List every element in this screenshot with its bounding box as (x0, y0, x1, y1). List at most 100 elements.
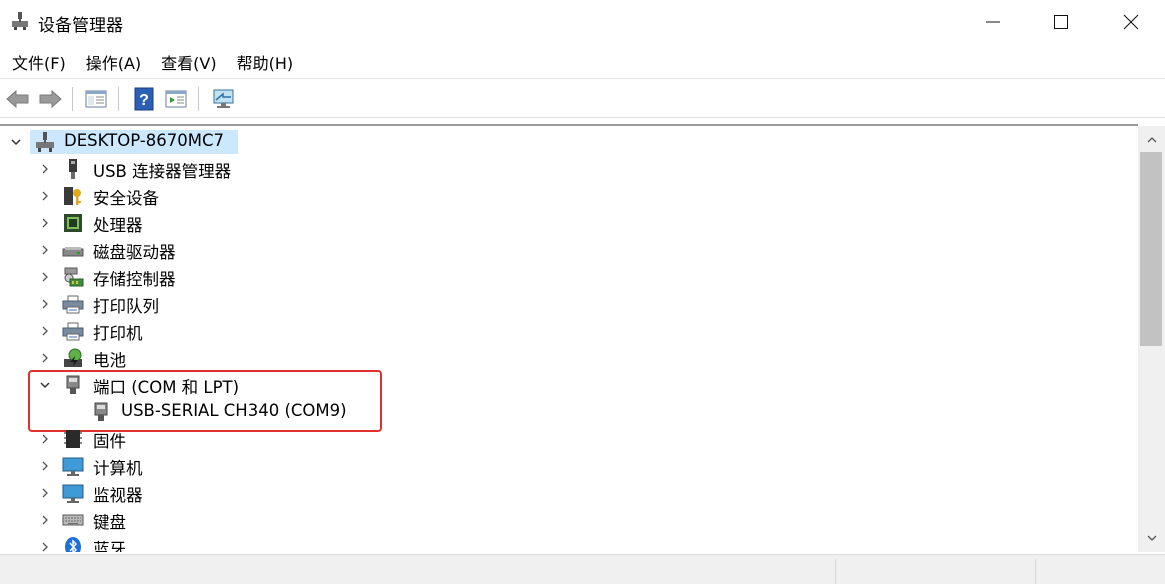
tree-item-disk-drives[interactable]: 磁盘驱动器 (0, 236, 1130, 263)
tree-item-label: 打印队列 (93, 297, 159, 316)
tree-item-printers[interactable]: 打印机 (0, 317, 1130, 344)
minimize-icon (986, 21, 1000, 23)
toolbar-divider (118, 87, 119, 111)
chevron-right-icon[interactable] (38, 513, 52, 527)
chevron-down-icon (1147, 535, 1156, 541)
tree-item-print-queues[interactable]: 打印队列 (0, 290, 1130, 317)
menu-help[interactable]: 帮助(H) (229, 46, 302, 78)
computer-icon (62, 457, 84, 476)
device-tree: DESKTOP-8670MC7 USB 连接器管理器 安全设备 处理器 磁盘驱动… (0, 124, 1138, 552)
scrollbar-thumb[interactable] (1140, 152, 1162, 346)
tree-item-processors[interactable]: 处理器 (0, 209, 1130, 236)
scan-hardware-icon (213, 89, 234, 108)
security-key-icon (64, 187, 81, 205)
chevron-right-icon[interactable] (38, 324, 52, 338)
chevron-right-icon[interactable] (38, 351, 52, 365)
disk-drive-icon (62, 247, 84, 257)
tree-item-label: 键盘 (93, 513, 126, 532)
printer-icon (62, 322, 84, 341)
tree-item-security-devices[interactable]: 安全设备 (0, 182, 1130, 209)
chevron-right-icon[interactable] (38, 459, 52, 473)
tree-item-label: 电池 (93, 351, 126, 370)
tree-item-usb-connector[interactable]: USB 连接器管理器 (0, 155, 1130, 182)
console-tree-icon (85, 90, 107, 108)
vertical-scrollbar[interactable] (1138, 126, 1165, 552)
menu-action[interactable]: 操作(A) (78, 46, 149, 78)
show-hide-console-tree-button[interactable] (82, 85, 110, 113)
tree-item-label: 计算机 (93, 459, 143, 478)
svg-text:?: ? (139, 92, 149, 109)
scroll-up-button[interactable] (1138, 128, 1165, 152)
firmware-icon (64, 430, 82, 448)
tree-item-label: 存储控制器 (93, 270, 176, 289)
device-manager-app-icon (12, 12, 28, 30)
tree-item-batteries[interactable]: 电池 (0, 344, 1130, 371)
scroll-down-button[interactable] (1138, 526, 1165, 550)
chevron-right-icon[interactable] (38, 486, 52, 500)
tree-item-firmware[interactable]: 固件 (0, 425, 1130, 452)
tree-item-keyboards[interactable]: 键盘 (0, 506, 1130, 533)
tree-item-label: 固件 (93, 432, 126, 451)
toolbar: ? (0, 81, 1165, 115)
action-pane-button[interactable] (162, 85, 190, 113)
forward-button[interactable] (36, 85, 64, 113)
close-icon (1123, 14, 1139, 30)
chevron-right-icon[interactable] (38, 270, 52, 284)
tree-item-label: 安全设备 (93, 189, 159, 208)
action-pane-icon (165, 90, 187, 108)
tree-item-label: 处理器 (93, 216, 143, 235)
computer-tree-icon (36, 132, 54, 152)
maximize-icon (1054, 15, 1068, 29)
menu-divider (0, 78, 1165, 79)
title-bar: 设备管理器 (0, 0, 1165, 44)
chevron-right-icon[interactable] (38, 243, 52, 257)
battery-icon (64, 348, 82, 367)
close-button[interactable] (1096, 0, 1165, 44)
print-queue-icon (62, 295, 84, 314)
root-label: DESKTOP-8670MC7 (64, 131, 224, 150)
chevron-right-icon[interactable] (38, 432, 52, 446)
toolbar-divider (72, 87, 73, 111)
tree-item-computer[interactable]: 计算机 (0, 452, 1130, 479)
storage-controller-icon (64, 267, 84, 287)
tree-item-monitors[interactable]: 监视器 (0, 479, 1130, 506)
minimize-button[interactable] (958, 0, 1028, 44)
toolbar-divider (198, 87, 199, 111)
maximize-button[interactable] (1026, 0, 1096, 44)
status-divider (835, 559, 836, 584)
annotation-highlight-box (28, 370, 382, 432)
window-title: 设备管理器 (38, 16, 123, 36)
tree-root-row[interactable]: DESKTOP-8670MC7 (0, 128, 1130, 155)
chevron-down-icon[interactable] (9, 135, 23, 149)
tree-item-label: 蓝牙 (93, 540, 126, 552)
monitor-icon (62, 484, 84, 503)
status-divider (1035, 559, 1036, 584)
help-icon: ? (134, 87, 154, 111)
back-button[interactable] (4, 85, 32, 113)
chevron-right-icon[interactable] (38, 540, 52, 552)
menu-view[interactable]: 查看(V) (153, 46, 224, 78)
status-bar (0, 554, 1165, 584)
back-arrow-icon (6, 89, 29, 109)
chevron-right-icon[interactable] (38, 162, 52, 176)
scan-hardware-button[interactable] (210, 85, 238, 113)
help-button[interactable]: ? (130, 85, 158, 113)
usb-connector-icon (69, 159, 77, 179)
chevron-right-icon[interactable] (38, 297, 52, 311)
processor-icon (64, 214, 82, 232)
chevron-up-icon (1147, 137, 1156, 143)
tree-item-label: 磁盘驱动器 (93, 243, 176, 262)
tree-item-label: 监视器 (93, 486, 143, 505)
toolbar-divider-line (0, 117, 1165, 118)
chevron-right-icon[interactable] (38, 189, 52, 203)
forward-arrow-icon (39, 89, 62, 109)
tree-item-label: 打印机 (93, 324, 143, 343)
menu-file[interactable]: 文件(F) (4, 46, 74, 78)
chevron-right-icon[interactable] (38, 216, 52, 230)
menu-bar: 文件(F) 操作(A) 查看(V) 帮助(H) (0, 46, 1165, 78)
bluetooth-icon (65, 537, 81, 552)
tree-item-storage-controllers[interactable]: 存储控制器 (0, 263, 1130, 290)
tree-item-bluetooth[interactable]: 蓝牙 (0, 533, 1130, 552)
tree-item-label: USB 连接器管理器 (93, 162, 232, 181)
device-manager-window: 设备管理器 文件(F) 操作(A) 查看(V) 帮助(H) ? DESKTOP-… (0, 0, 1165, 584)
